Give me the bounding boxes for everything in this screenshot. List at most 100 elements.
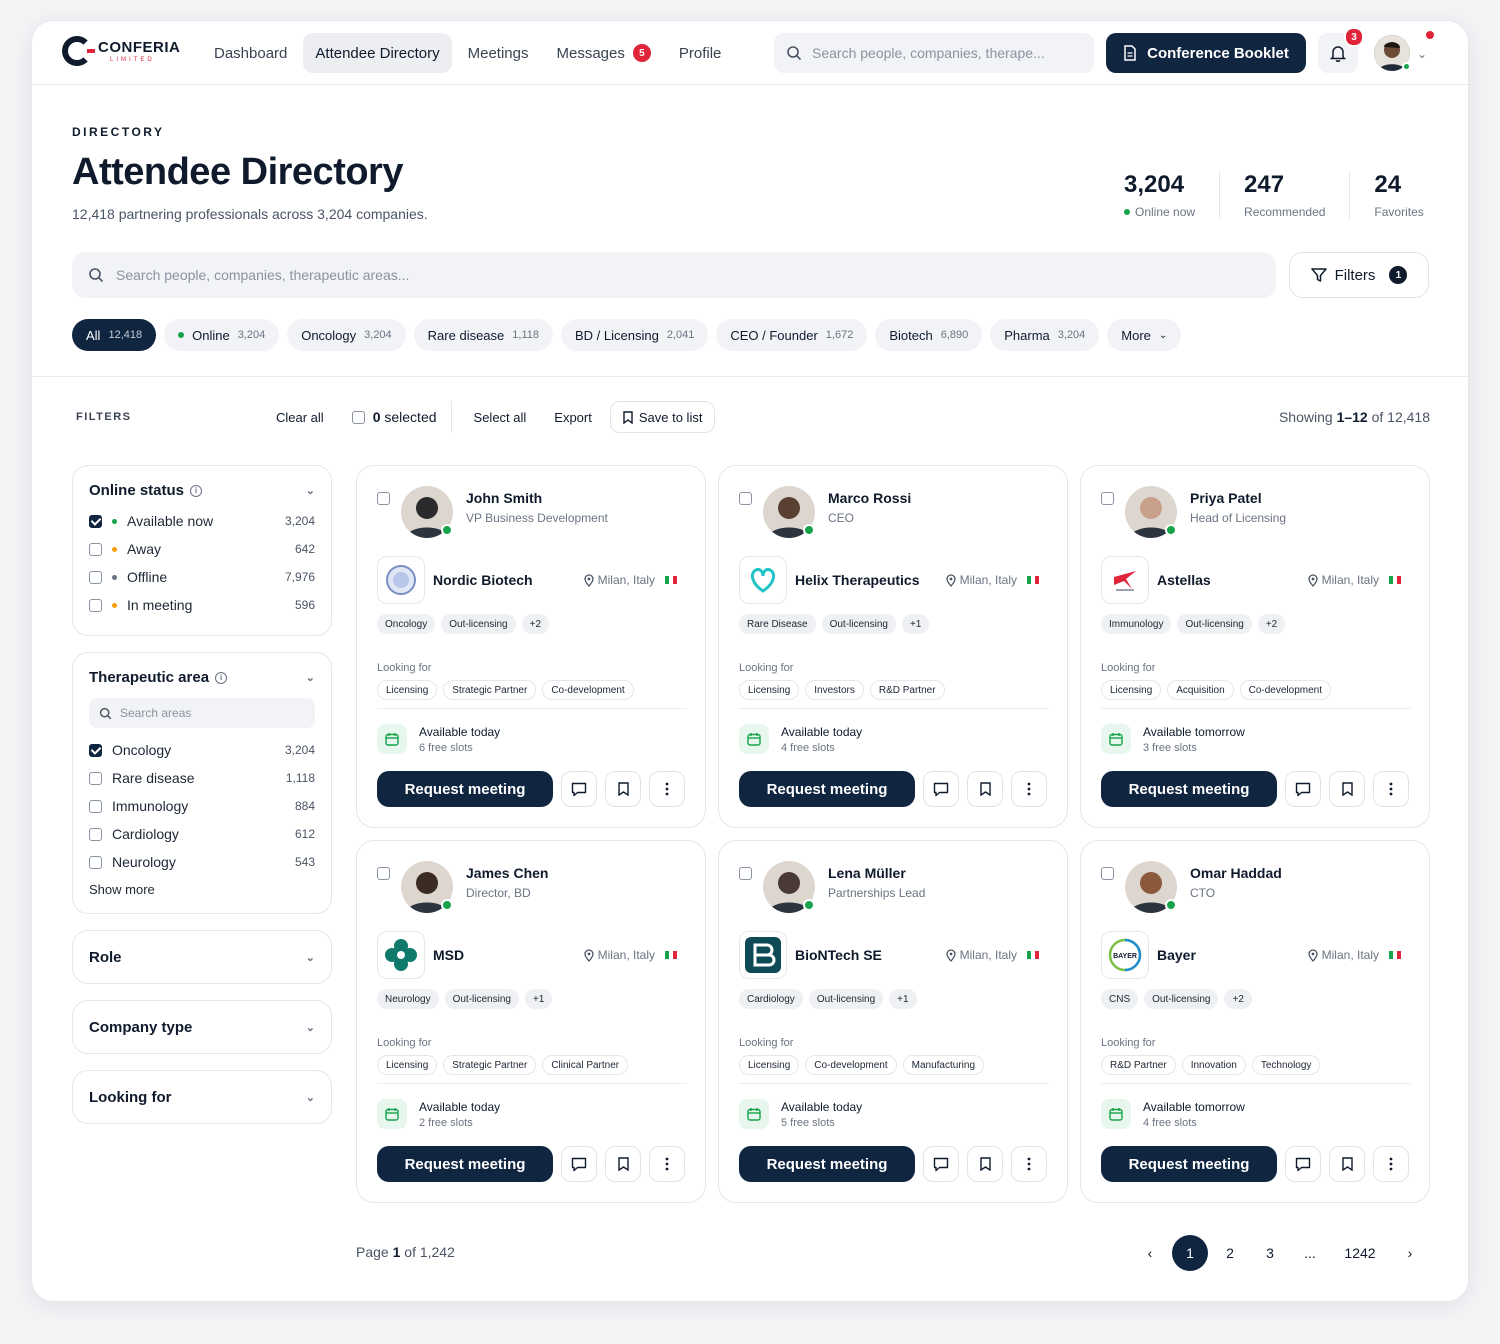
next-page-button[interactable]: ›: [1392, 1235, 1428, 1271]
bookmark-button[interactable]: [967, 771, 1003, 807]
checkbox[interactable]: [89, 514, 102, 528]
more-options-button[interactable]: [1011, 771, 1047, 807]
checkbox[interactable]: [89, 598, 102, 612]
request-meeting-button[interactable]: Request meeting: [739, 771, 915, 807]
chip-rare-disease[interactable]: Rare disease 1,118: [413, 319, 553, 351]
info-icon[interactable]: i: [215, 671, 228, 684]
card-select-checkbox[interactable]: [377, 867, 390, 880]
option-neurology[interactable]: Neurology 543: [89, 848, 315, 876]
nav-meetings[interactable]: Meetings: [456, 33, 541, 73]
save-to-list-button[interactable]: Save to list: [609, 401, 716, 433]
bookmark-button[interactable]: [967, 1146, 1003, 1182]
attendee-name[interactable]: Omar Haddad: [1190, 865, 1282, 881]
attendee-name[interactable]: John Smith: [466, 490, 608, 506]
bookmark-button[interactable]: [605, 771, 641, 807]
looking-for-panel[interactable]: Looking for ⌄: [72, 1070, 332, 1124]
message-button[interactable]: [1285, 771, 1321, 807]
card-select-checkbox[interactable]: [739, 867, 752, 880]
bookmark-button[interactable]: [605, 1146, 641, 1182]
select-all-checkbox[interactable]: [351, 410, 365, 424]
chip-more[interactable]: More ⌄: [1107, 319, 1182, 351]
stat-favorites[interactable]: 24 Favorites: [1349, 171, 1447, 219]
company-logo[interactable]: [1101, 556, 1149, 604]
conference-booklet-button[interactable]: Conference Booklet: [1106, 33, 1306, 73]
company-logo[interactable]: [377, 556, 425, 604]
attendee-card[interactable]: Omar Haddad CTO BAYER Bayer Milan, Italy…: [1080, 840, 1430, 1203]
company-logo[interactable]: [377, 931, 425, 979]
checkbox[interactable]: [89, 570, 102, 584]
nav-attendee-directory[interactable]: Attendee Directory: [303, 33, 452, 73]
company-name[interactable]: Bayer: [1157, 947, 1196, 963]
company-logo[interactable]: BAYER: [1101, 931, 1149, 979]
nav-messages[interactable]: Messages 5: [545, 33, 663, 73]
checkbox[interactable]: [89, 542, 102, 556]
option-immunology[interactable]: Immunology 884: [89, 792, 315, 820]
clear-all-link[interactable]: Clear all: [276, 410, 324, 425]
attendee-card[interactable]: Marco Rossi CEO Helix Therapeutics Milan…: [718, 465, 1068, 828]
bookmark-button[interactable]: [1329, 771, 1365, 807]
checkbox[interactable]: [89, 743, 102, 757]
stat-recommended[interactable]: 247 Recommended: [1219, 171, 1349, 219]
page-1[interactable]: 1: [1172, 1235, 1208, 1271]
message-button[interactable]: [561, 771, 597, 807]
chip-pharma[interactable]: Pharma 3,204: [990, 319, 1100, 351]
option-in-meeting[interactable]: In meeting 596: [89, 591, 315, 619]
company-name[interactable]: Helix Therapeutics: [795, 572, 920, 588]
card-select-checkbox[interactable]: [377, 492, 390, 505]
page-2[interactable]: 2: [1212, 1235, 1248, 1271]
card-select-checkbox[interactable]: [739, 492, 752, 505]
message-button[interactable]: [923, 771, 959, 807]
checkbox[interactable]: [89, 771, 102, 785]
chip-all[interactable]: All 12,418: [72, 319, 157, 351]
stat-online[interactable]: 3,204 Online now: [1124, 171, 1219, 219]
checkbox[interactable]: [89, 799, 102, 813]
request-meeting-button[interactable]: Request meeting: [377, 1146, 553, 1182]
request-meeting-button[interactable]: Request meeting: [1101, 1146, 1277, 1182]
online-status-header[interactable]: Online status i ⌄: [89, 482, 315, 499]
company-name[interactable]: BioNTech SE: [795, 947, 882, 963]
request-meeting-button[interactable]: Request meeting: [739, 1146, 915, 1182]
message-button[interactable]: [561, 1146, 597, 1182]
attendee-card[interactable]: James Chen Director, BD MSD Milan, Italy…: [356, 840, 706, 1203]
chip-biotech[interactable]: Biotech 6,890: [875, 319, 983, 351]
bookmark-button[interactable]: [1329, 1146, 1365, 1182]
more-options-button[interactable]: [1373, 1146, 1409, 1182]
filters-button[interactable]: Filters 1: [1289, 252, 1429, 298]
more-options-button[interactable]: [649, 771, 685, 807]
card-select-checkbox[interactable]: [1101, 867, 1114, 880]
message-button[interactable]: [923, 1146, 959, 1182]
attendee-card[interactable]: John Smith VP Business Development Nordi…: [356, 465, 706, 828]
page-last[interactable]: 1242: [1332, 1235, 1388, 1271]
therapeutic-area-header[interactable]: Therapeutic area i ⌄: [89, 669, 315, 686]
directory-search-input[interactable]: [116, 267, 1216, 283]
company-logo[interactable]: [739, 556, 787, 604]
attendee-name[interactable]: Priya Patel: [1190, 490, 1286, 506]
checkbox[interactable]: [89, 855, 102, 869]
option-oncology[interactable]: Oncology 3,204: [89, 736, 315, 764]
company-name[interactable]: MSD: [433, 947, 464, 963]
attendee-name[interactable]: Marco Rossi: [828, 490, 911, 506]
more-options-button[interactable]: [649, 1146, 685, 1182]
chip-online[interactable]: Online 3,204: [164, 319, 280, 351]
page-3[interactable]: 3: [1252, 1235, 1288, 1271]
option-rare-disease[interactable]: Rare disease 1,118: [89, 764, 315, 792]
attendee-card[interactable]: Lena Müller Partnerships Lead BioNTech S…: [718, 840, 1068, 1203]
chip-ceo-founder[interactable]: CEO / Founder 1,672: [716, 319, 868, 351]
chevron-down-icon[interactable]: ⌄: [1417, 47, 1427, 61]
notifications-button[interactable]: 3: [1318, 27, 1364, 73]
company-name[interactable]: Nordic Biotech: [433, 572, 533, 588]
export-button[interactable]: Export: [554, 410, 592, 425]
message-button[interactable]: [1285, 1146, 1321, 1182]
card-select-checkbox[interactable]: [1101, 492, 1114, 505]
request-meeting-button[interactable]: Request meeting: [377, 771, 553, 807]
area-search-input[interactable]: [120, 706, 300, 720]
nav-profile[interactable]: Profile: [667, 33, 734, 73]
select-all-button[interactable]: Select all: [474, 410, 527, 425]
attendee-name[interactable]: James Chen: [466, 865, 548, 881]
prev-page-button[interactable]: ‹: [1132, 1235, 1168, 1271]
company-name[interactable]: Astellas: [1157, 572, 1211, 588]
more-options-button[interactable]: [1011, 1146, 1047, 1182]
option-away[interactable]: Away 642: [89, 535, 315, 563]
chip-bd-licensing[interactable]: BD / Licensing 2,041: [561, 319, 709, 351]
company-type-panel[interactable]: Company type ⌄: [72, 1000, 332, 1054]
